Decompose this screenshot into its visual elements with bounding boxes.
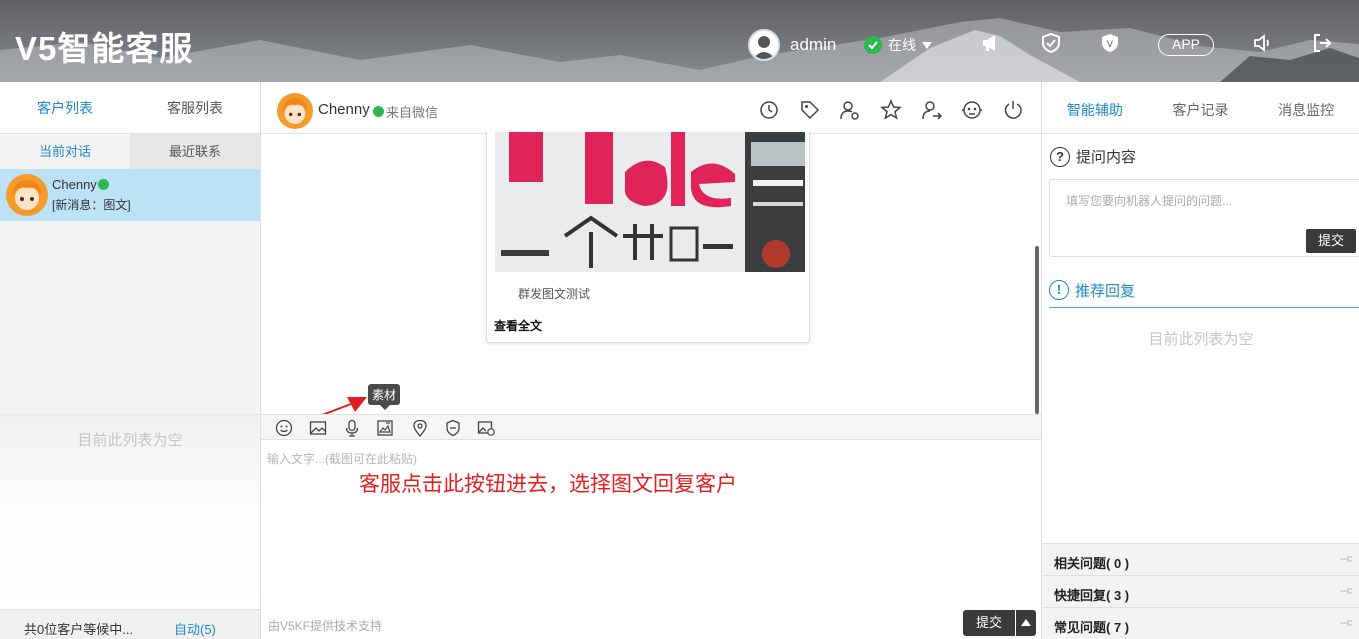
tab-agent-list[interactable]: 客服列表: [130, 82, 260, 133]
svg-text:V: V: [1107, 40, 1114, 50]
online-status-icon: [864, 36, 882, 54]
app-button[interactable]: APP: [1158, 34, 1214, 56]
powered-by-text: 由V5KF提供技术支持: [268, 619, 383, 633]
header-background: [0, 18, 1359, 82]
chevron-down-icon: [922, 41, 932, 49]
tab-customer-records[interactable]: 客户记录: [1148, 82, 1254, 133]
pin-icon[interactable]: [1340, 556, 1352, 562]
badge-icon[interactable]: V: [1099, 32, 1121, 54]
annotation-text: 客服点击此按钮进去，选择图文回复客户: [359, 473, 737, 496]
location-icon[interactable]: [411, 419, 429, 437]
faq-accordion[interactable]: 常见问题( 7 ): [1042, 607, 1359, 639]
announcement-icon[interactable]: [980, 32, 1002, 54]
pin-icon[interactable]: [1340, 588, 1352, 594]
question-icon: ?: [1050, 146, 1070, 167]
message-input-placeholder: 输入文字...(截图可在此粘贴): [267, 452, 417, 466]
list-item[interactable]: Chenny [新消息：图文]: [0, 169, 260, 221]
assist-panel: 智能辅助 客户记录 消息监控 ? 提问内容 填写您要向机器人提问的问题... 提…: [1041, 82, 1359, 639]
ask-title-label: 提问内容: [1076, 149, 1137, 166]
queue-footer: 共0位客户等候中... 自动(5): [0, 609, 260, 639]
queue-empty-text: 目前此列表为空: [0, 414, 260, 609]
robot-question-input[interactable]: 填写您要向机器人提问的问题... 提交: [1049, 179, 1359, 257]
evaluate-icon[interactable]: [444, 419, 462, 437]
pin-icon[interactable]: [1340, 620, 1352, 626]
tab-customer-list[interactable]: 客户列表: [0, 82, 130, 133]
chat-panel: Chenny 来自微信 群发图文测试 查看全文 素材 输入文字...(截图可在此…: [261, 82, 1041, 639]
robot-question-placeholder: 填写您要向机器人提问的问题...: [1066, 194, 1233, 208]
emoji-icon[interactable]: [275, 419, 293, 437]
accordion-label: 快捷回复( 3 ): [1054, 588, 1130, 603]
tab-message-monitor[interactable]: 消息监控: [1253, 82, 1359, 133]
recommend-section-title: ! 推荐回复: [1049, 280, 1359, 308]
send-options-button[interactable]: [1016, 610, 1036, 636]
recommend-empty-text: 目前此列表为空: [1148, 331, 1254, 348]
conversation-name: Chenny: [52, 177, 97, 192]
logout-icon[interactable]: [1311, 32, 1333, 54]
accordion-label: 常见问题( 7 ): [1054, 620, 1130, 635]
waiting-count: 共0位客户等候中...: [24, 622, 134, 637]
message-input[interactable]: 输入文字...(截图可在此粘贴): [261, 440, 1041, 608]
shield-icon[interactable]: [1040, 32, 1062, 54]
customer-avatar: [6, 174, 48, 216]
username: admin: [790, 35, 837, 54]
ask-section-title: ? 提问内容: [1050, 146, 1136, 167]
app-title: V5智能客服: [15, 30, 194, 67]
quick-replies-accordion[interactable]: 快捷回复( 3 ): [1042, 575, 1359, 607]
input-toolbar: [261, 414, 1041, 440]
recommend-title-label: 推荐回复: [1075, 283, 1136, 300]
image-icon[interactable]: [309, 419, 327, 437]
microphone-icon[interactable]: [343, 419, 361, 437]
tab-recent-contacts[interactable]: 最近联系: [130, 134, 260, 169]
chat-footer: 由V5KF提供技术支持 提交: [261, 608, 1041, 639]
status-label: 在线: [888, 37, 916, 53]
conversation-preview: [新消息：图文]: [52, 198, 131, 212]
info-icon: !: [1049, 280, 1069, 300]
related-questions-accordion[interactable]: 相关问题( 0 ): [1042, 543, 1359, 575]
top-bar: V5智能客服 admin 在线 V APP: [0, 0, 1359, 82]
conversation-list: Chenny [新消息：图文]: [0, 169, 260, 414]
assist-tabs: 智能辅助 客户记录 消息监控: [1042, 82, 1359, 134]
volume-icon[interactable]: [1252, 32, 1274, 54]
auto-assign-link[interactable]: 自动(5): [174, 619, 216, 638]
customer-tabs: 客户列表 客服列表: [0, 82, 260, 134]
screenshot-icon[interactable]: [477, 419, 495, 437]
user-menu[interactable]: admin: [748, 29, 836, 61]
tab-current-conversations[interactable]: 当前对话: [0, 134, 130, 169]
material-icon[interactable]: [376, 419, 394, 437]
send-button[interactable]: 提交: [963, 610, 1015, 636]
tab-smart-assist[interactable]: 智能辅助: [1042, 82, 1148, 133]
avatar: [748, 29, 780, 61]
conversation-subtabs: 当前对话 最近联系: [0, 134, 260, 169]
customer-panel: 客户列表 客服列表 当前对话 最近联系 Chenny [新消息：图文] 目前此列…: [0, 82, 261, 639]
status-dropdown[interactable]: 在线: [864, 35, 932, 55]
ask-submit-button[interactable]: 提交: [1306, 229, 1356, 253]
accordion-label: 相关问题( 0 ): [1054, 556, 1130, 571]
wechat-icon: [97, 179, 109, 190]
